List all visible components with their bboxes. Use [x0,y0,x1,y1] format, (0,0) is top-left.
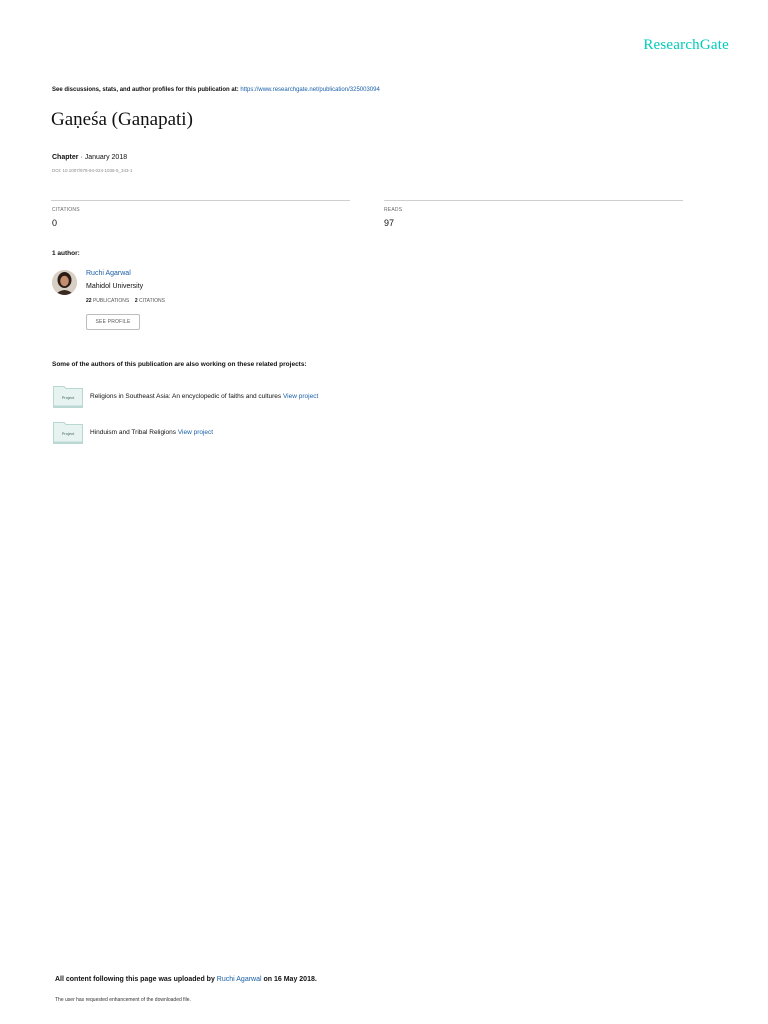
publication-url-link[interactable]: https://www.researchgate.net/publication… [240,87,379,93]
author-stats: 22 PUBLICATIONS 2 CITATIONS [86,298,165,304]
author-name-link[interactable]: Ruchi Agarwal [86,270,131,277]
citations-label: CITATIONS [52,207,80,213]
citations-divider [51,200,350,201]
publication-date: January 2018 [84,154,128,161]
project-folder-label: Project [61,431,75,436]
related-projects-heading: Some of the authors of this publication … [52,361,307,368]
publication-doi: DOI: 10.1007/978-94-024-1036-5_343-1 [52,168,133,173]
citations-value: 0 [52,218,58,228]
project-folder-label: Project [61,395,75,400]
discussions-text: See discussions, stats, and author profi… [52,87,239,93]
avatar[interactable] [52,270,77,295]
author-publications-label: PUBLICATIONS [92,298,130,304]
view-project-link[interactable]: View project [283,393,318,400]
project-folder-icon[interactable]: Project [53,386,83,408]
researchgate-logo[interactable]: ResearchGate [643,37,729,54]
reads-label: READS [384,207,403,213]
publication-meta: Chapter · January 2018 [52,154,127,161]
reads-divider [384,200,683,201]
publication-type: Chapter [52,154,79,161]
author-citations-label: CITATIONS [139,298,165,304]
upload-prefix: All content following this page was uplo… [55,976,215,983]
enhancement-note: The user has requested enhancement of th… [55,997,191,1003]
author-institution: Mahidol University [86,283,144,290]
authors-heading: 1 author: [52,250,80,257]
author-publications-count: 22 [86,298,92,304]
view-project-link[interactable]: View project [178,429,213,436]
see-profile-button[interactable]: SEE PROFILE [86,314,140,330]
project-folder-icon[interactable]: Project [53,422,83,444]
upload-suffix: on 16 May 2018. [263,976,317,983]
project-title: Hinduism and Tribal Religions [90,429,176,436]
list-item: Religions in Southeast Asia: An encyclop… [90,393,318,400]
uploader-link[interactable]: Ruchi Agarwal [217,976,262,983]
publication-title: Gaṇeśa (Gaṇapati) [51,109,193,130]
project-title: Religions in Southeast Asia: An encyclop… [90,393,282,400]
discussions-line: See discussions, stats, and author profi… [52,87,380,93]
author-photo-icon [52,270,77,295]
list-item: Hinduism and Tribal Religions View proje… [90,429,213,436]
author-citations-count: 2 [134,298,138,304]
upload-note: All content following this page was uplo… [55,976,317,983]
reads-value: 97 [384,218,395,228]
